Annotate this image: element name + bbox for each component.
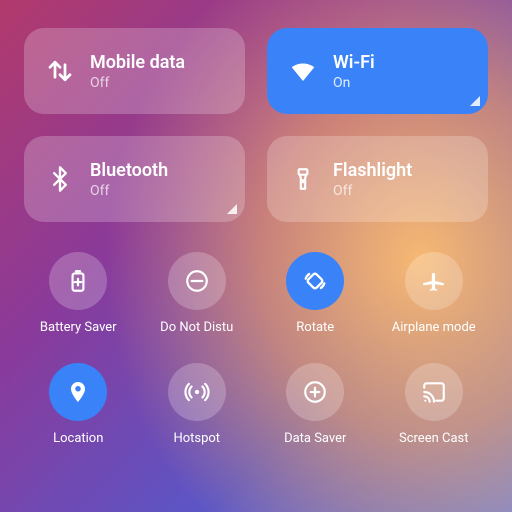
toggle-rotate[interactable]: Rotate [261,252,370,335]
tile-title: Mobile data [90,52,185,73]
toggle-label: Airplane mode [392,320,476,335]
data-saver-icon [302,379,328,405]
cast-icon [421,379,447,405]
toggle-label: Do Not Distu [160,320,233,335]
dnd-icon [184,268,210,294]
tile-title: Flashlight [333,160,412,181]
tile-flashlight[interactable]: Flashlight Off [267,136,488,222]
toggle-airplane[interactable]: Airplane mode [380,252,489,335]
tile-title: Wi-Fi [333,52,375,73]
expand-corner-icon [227,204,237,214]
data-arrows-icon [38,49,82,93]
tile-row-2: Bluetooth Off Flashlight Off [24,136,488,222]
toggle-label: Location [53,431,103,446]
toggle-battery-saver[interactable]: Battery Saver [24,252,133,335]
toggle-hotspot[interactable]: Hotspot [143,363,252,446]
toggle-label: Battery Saver [40,320,117,335]
tile-status: Off [333,183,412,199]
toggle-label: Data Saver [284,431,346,446]
tile-wifi[interactable]: Wi-Fi On [267,28,488,114]
toggle-data-saver[interactable]: Data Saver [261,363,370,446]
toggle-label: Hotspot [173,431,220,446]
flashlight-icon [281,157,325,201]
toggle-label: Rotate [296,320,334,335]
toggle-location[interactable]: Location [24,363,133,446]
expand-corner-icon [470,96,480,106]
toggle-dnd[interactable]: Do Not Distu [143,252,252,335]
airplane-icon [421,268,447,294]
quick-toggle-grid: Battery Saver Do Not Distu Rotate Airpla… [24,252,488,446]
location-icon [66,380,90,404]
tile-bluetooth[interactable]: Bluetooth Off [24,136,245,222]
tile-status: Off [90,75,185,91]
rotate-icon [301,267,329,295]
tile-status: Off [90,183,168,199]
quick-settings-panel: Mobile data Off Wi-Fi On Bluetooth Off [0,0,512,512]
bluetooth-icon [38,157,82,201]
tile-status: On [333,75,375,91]
toggle-label: Screen Cast [399,431,469,446]
tile-row-1: Mobile data Off Wi-Fi On [24,28,488,114]
tile-title: Bluetooth [90,160,168,181]
tile-mobile-data[interactable]: Mobile data Off [24,28,245,114]
wifi-icon [281,49,325,93]
toggle-screen-cast[interactable]: Screen Cast [380,363,489,446]
battery-plus-icon [65,268,91,294]
hotspot-icon [184,379,210,405]
